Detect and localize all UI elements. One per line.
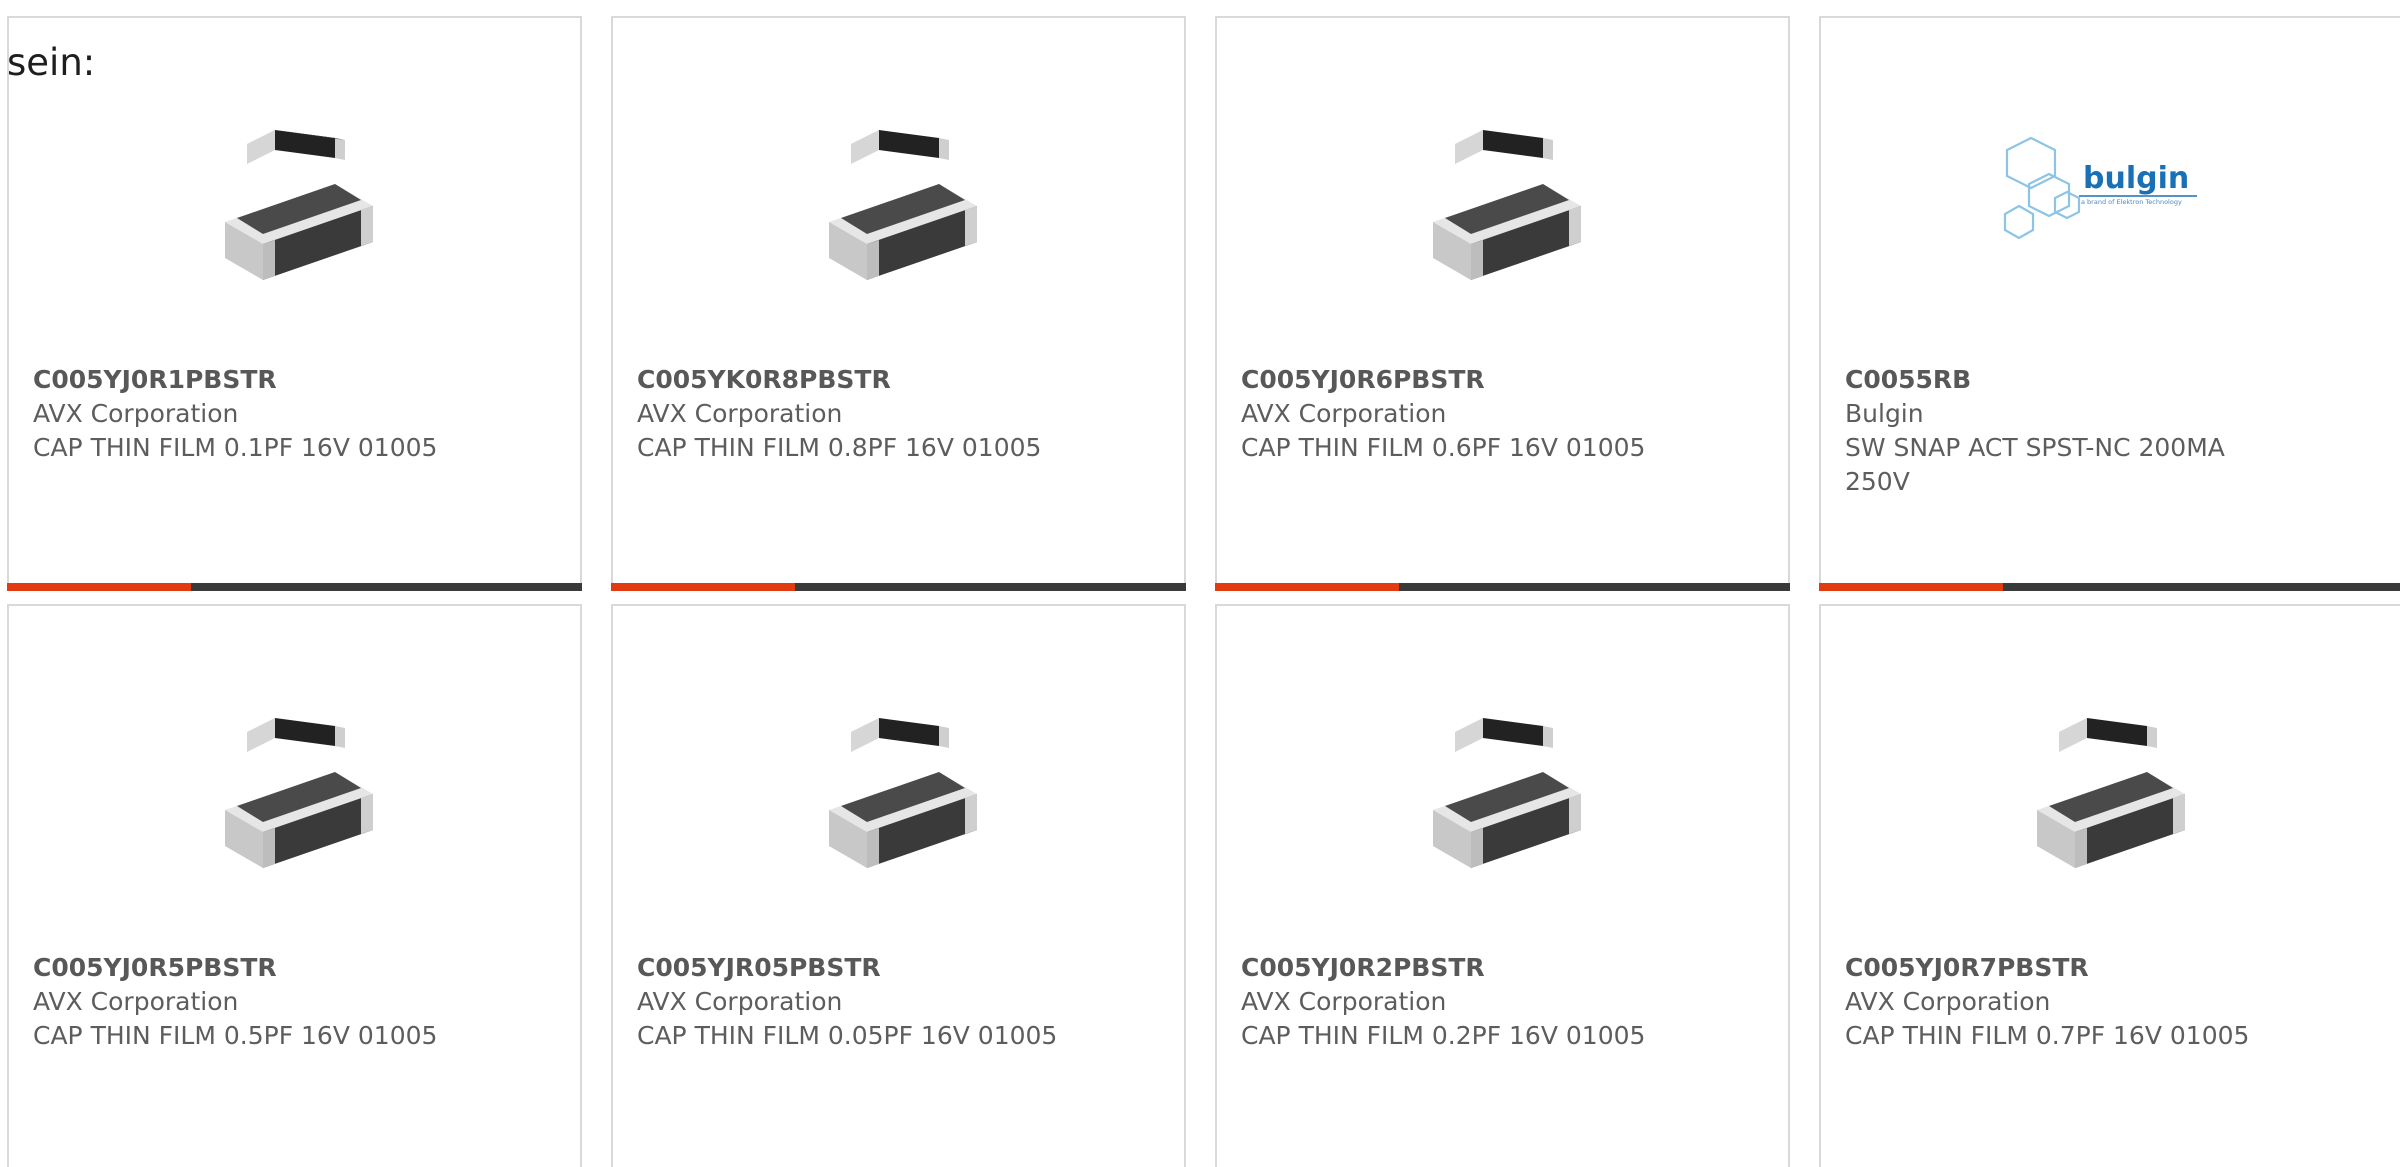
manufacturer: AVX Corporation <box>637 399 843 428</box>
product-card[interactable]: C005YJ0R5PBSTR AVX Corporation CAP THIN … <box>7 604 582 1167</box>
part-number[interactable]: C005YJ0R5PBSTR <box>33 951 463 985</box>
description: CAP THIN FILM 0.7PF 16V 01005 <box>1845 1021 2250 1050</box>
description: CAP THIN FILM 0.5PF 16V 01005 <box>33 1021 438 1050</box>
manufacturer: AVX Corporation <box>1845 987 2051 1016</box>
product-card[interactable]: bulgin a brand of Elektron Technology C0… <box>1819 16 2400 591</box>
card-bottom-bar <box>1819 583 2400 591</box>
card-accent <box>1215 583 1399 591</box>
card-accent <box>1819 583 2003 591</box>
product-info: C005YJ0R5PBSTR AVX Corporation CAP THIN … <box>33 951 463 1053</box>
chip-capacitor-icon <box>1403 690 1603 890</box>
card-bottom-bar <box>1215 583 1790 591</box>
part-number[interactable]: C005YK0R8PBSTR <box>637 363 1067 397</box>
product-info: C005YJR05PBSTR AVX Corporation CAP THIN … <box>637 951 1067 1053</box>
description: CAP THIN FILM 0.05PF 16V 01005 <box>637 1021 1058 1050</box>
product-card[interactable]: C005YK0R8PBSTR AVX Corporation CAP THIN … <box>611 16 1186 591</box>
description: SW SNAP ACT SPST-NC 200MA 250V <box>1845 433 2225 496</box>
product-info: C0055RB Bulgin SW SNAP ACT SPST-NC 200MA… <box>1845 363 2275 499</box>
page-text-fragment: sein: <box>7 41 96 84</box>
part-number[interactable]: C005YJ0R2PBSTR <box>1241 951 1671 985</box>
chip-capacitor-icon <box>195 102 395 302</box>
product-info: C005YJ0R7PBSTR AVX Corporation CAP THIN … <box>1845 951 2275 1053</box>
manufacturer: AVX Corporation <box>1241 987 1447 1016</box>
bulgin-logo: bulgin a brand of Elektron Technology <box>1991 128 2221 258</box>
product-card[interactable]: C005YJ0R2PBSTR AVX Corporation CAP THIN … <box>1215 604 1790 1167</box>
part-number[interactable]: C005YJ0R7PBSTR <box>1845 951 2275 985</box>
card-bottom-bar <box>7 583 582 591</box>
card-bottom-bar <box>611 583 1186 591</box>
product-card[interactable]: C005YJR05PBSTR AVX Corporation CAP THIN … <box>611 604 1186 1167</box>
manufacturer: Bulgin <box>1845 399 1924 428</box>
product-card[interactable]: C005YJ0R6PBSTR AVX Corporation CAP THIN … <box>1215 16 1790 591</box>
part-number[interactable]: C0055RB <box>1845 363 2275 397</box>
product-card[interactable]: C005YJ0R7PBSTR AVX Corporation CAP THIN … <box>1819 604 2400 1167</box>
manufacturer: AVX Corporation <box>33 987 239 1016</box>
chip-capacitor-icon <box>2007 690 2207 890</box>
chip-capacitor-icon <box>799 690 999 890</box>
bulgin-logo-text: bulgin <box>2083 161 2189 196</box>
description: CAP THIN FILM 0.2PF 16V 01005 <box>1241 1021 1646 1050</box>
description: CAP THIN FILM 0.1PF 16V 01005 <box>33 433 438 462</box>
product-grid-page: sein: C005YJ0R1PBSTR AVX Corporation CAP… <box>0 0 2400 1167</box>
product-info: C005YK0R8PBSTR AVX Corporation CAP THIN … <box>637 363 1067 465</box>
chip-capacitor-icon <box>195 690 395 890</box>
part-number[interactable]: C005YJ0R1PBSTR <box>33 363 463 397</box>
product-card[interactable]: C005YJ0R1PBSTR AVX Corporation CAP THIN … <box>7 16 582 591</box>
chip-capacitor-icon <box>1403 102 1603 302</box>
card-accent <box>611 583 795 591</box>
product-info: C005YJ0R2PBSTR AVX Corporation CAP THIN … <box>1241 951 1671 1053</box>
part-number[interactable]: C005YJ0R6PBSTR <box>1241 363 1671 397</box>
manufacturer: AVX Corporation <box>33 399 239 428</box>
description: CAP THIN FILM 0.6PF 16V 01005 <box>1241 433 1646 462</box>
part-number[interactable]: C005YJR05PBSTR <box>637 951 1067 985</box>
chip-capacitor-icon <box>799 102 999 302</box>
product-info: C005YJ0R6PBSTR AVX Corporation CAP THIN … <box>1241 363 1671 465</box>
card-accent <box>7 583 191 591</box>
product-info: C005YJ0R1PBSTR AVX Corporation CAP THIN … <box>33 363 463 465</box>
manufacturer: AVX Corporation <box>637 987 843 1016</box>
description: CAP THIN FILM 0.8PF 16V 01005 <box>637 433 1042 462</box>
manufacturer: AVX Corporation <box>1241 399 1447 428</box>
bulgin-logo-tagline: a brand of Elektron Technology <box>2081 198 2182 206</box>
